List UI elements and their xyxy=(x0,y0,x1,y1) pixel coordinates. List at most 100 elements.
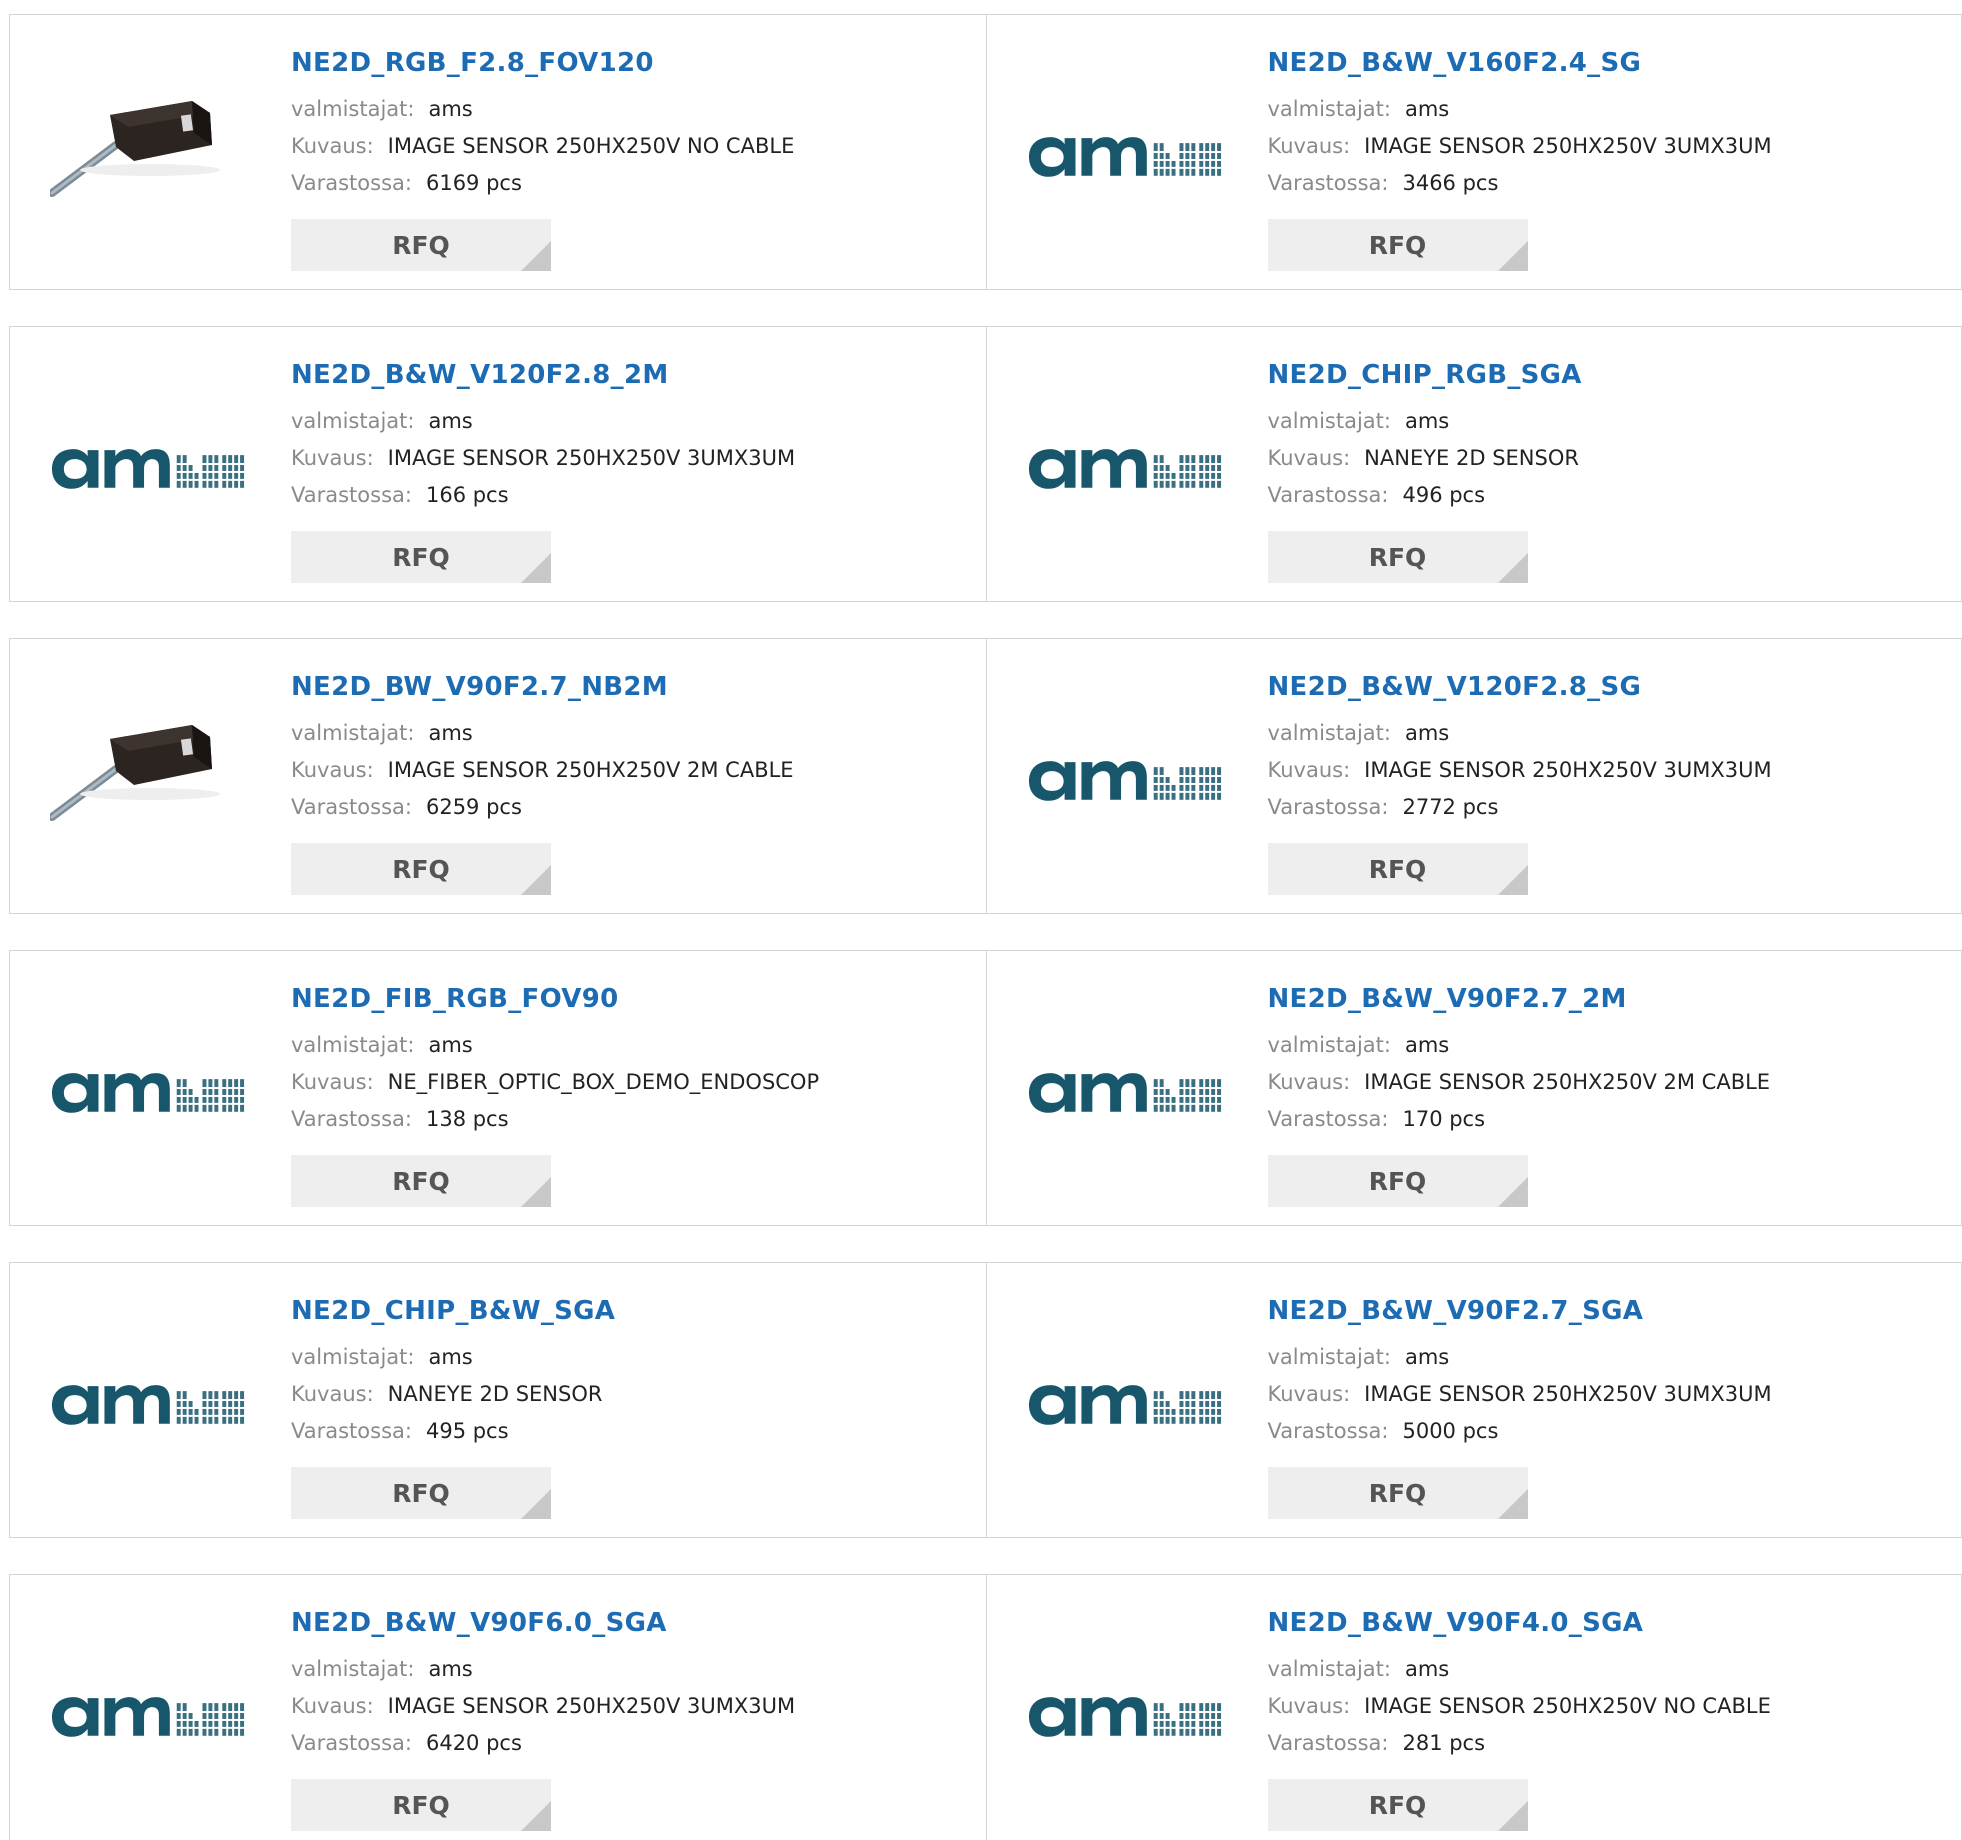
ams-logo-icon xyxy=(1028,449,1221,489)
rfq-button[interactable]: RFQ xyxy=(1267,1779,1528,1831)
rfq-button[interactable]: RFQ xyxy=(291,1779,551,1831)
stock-line-label: Varastossa: xyxy=(291,483,412,507)
manufacturer-logo[interactable] xyxy=(50,1615,250,1815)
product-info: NE2D_FIB_RGB_FOV90 valmistajat: ams Kuvaus:… xyxy=(291,981,819,1207)
part-number-link[interactable]: NE2D_B&W_V120F2.8_2M xyxy=(291,357,795,393)
part-number-link[interactable]: NE2D_B&W_V90F2.7_SGA xyxy=(1268,1293,1772,1329)
part-number-link[interactable]: NE2D_B&W_V120F2.8_SG xyxy=(1268,669,1772,705)
part-number-link[interactable]: NE2D_CHIP_RGB_SGA xyxy=(1268,357,1582,393)
part-number-link[interactable]: NE2D_BW_V90F2.7_NB2M xyxy=(291,669,794,705)
product-info: NE2D_B&W_V160F2.4_SG valmistajat: ams Kuvau… xyxy=(1267,45,1772,271)
rfq-button[interactable]: RFQ xyxy=(1267,219,1528,271)
rfq-button[interactable]: RFQ xyxy=(1267,1155,1528,1207)
stock-line: Varastossa: 281 pcs xyxy=(1268,1725,1771,1762)
stock-line: Varastossa: 6420 pcs xyxy=(291,1725,795,1762)
part-number-link[interactable]: NE2D_B&W_V90F2.7_2M xyxy=(1268,981,1771,1017)
manufacturer-logo[interactable] xyxy=(50,991,250,1191)
description-line-label: Kuvaus: xyxy=(1267,1070,1351,1094)
stock-line: Varastossa: 170 pcs xyxy=(1268,1101,1771,1138)
stock-line-value: 495 pcs xyxy=(425,1419,509,1443)
rfq-button-label: RFQ xyxy=(1368,542,1427,572)
stock-line-value: 6420 pcs xyxy=(425,1731,522,1755)
product-photo[interactable] xyxy=(50,55,250,255)
manufacturer-line-value: ams xyxy=(428,721,473,745)
rfq-button-label: RFQ xyxy=(392,1166,450,1196)
part-number-link[interactable]: NE2D_B&W_V160F2.4_SG xyxy=(1268,45,1772,81)
rfq-button[interactable]: RFQ xyxy=(291,843,551,895)
stock-line-label: Varastossa: xyxy=(291,1731,412,1755)
part-number-link[interactable]: NE2D_CHIP_B&W_SGA xyxy=(291,1293,615,1329)
ams-logo-icon xyxy=(1028,137,1221,177)
product-card: NE2D_B&W_V120F2.8_SG valmistajat: ams Kuvau… xyxy=(985,639,1962,913)
manufacturer-logo[interactable] xyxy=(50,367,250,567)
manufacturer-logo[interactable] xyxy=(1027,991,1227,1191)
description-line-label: Kuvaus: xyxy=(291,1694,374,1718)
rfq-button[interactable]: RFQ xyxy=(291,531,551,583)
part-number-link[interactable]: NE2D_FIB_RGB_FOV90 xyxy=(291,981,819,1017)
rfq-button[interactable]: RFQ xyxy=(291,219,551,271)
description-line-label: Kuvaus: xyxy=(291,446,374,470)
stock-line-label: Varastossa: xyxy=(1267,171,1389,195)
manufacturer-logo[interactable] xyxy=(1027,1303,1227,1503)
stock-line-value: 2772 pcs xyxy=(1402,795,1499,819)
product-row: NE2D_BW_V90F2.7_NB2M valmistajat: ams Kuvau… xyxy=(9,638,1962,914)
product-info: NE2D_B&W_V90F2.7_SGA valmistajat: ams Kuvau… xyxy=(1267,1293,1772,1519)
rfq-corner-decoration xyxy=(1497,1489,1528,1519)
manufacturer-logo[interactable] xyxy=(1027,1615,1227,1815)
manufacturer-line-value: ams xyxy=(1404,97,1450,121)
stock-line: Varastossa: 496 pcs xyxy=(1268,477,1582,514)
rfq-button[interactable]: RFQ xyxy=(291,1155,551,1207)
rfq-button[interactable]: RFQ xyxy=(1267,1467,1528,1519)
part-number-link[interactable]: NE2D_RGB_F2.8_FOV120 xyxy=(291,45,794,81)
rfq-button-label: RFQ xyxy=(392,1790,450,1820)
stock-line-label: Varastossa: xyxy=(291,1419,412,1443)
stock-line-value: 166 pcs xyxy=(425,483,509,507)
stock-line-value: 170 pcs xyxy=(1402,1107,1486,1131)
description-line-label: Kuvaus: xyxy=(1267,134,1351,158)
stock-line-value: 5000 pcs xyxy=(1402,1419,1499,1443)
rfq-corner-decoration xyxy=(521,1489,551,1519)
part-number-link[interactable]: NE2D_B&W_V90F6.0_SGA xyxy=(291,1605,795,1641)
manufacturer-line: valmistajat: ams xyxy=(291,1027,819,1064)
product-row: NE2D_B&W_V120F2.8_2M valmistajat: ams Kuvau… xyxy=(9,326,1962,602)
rfq-button-label: RFQ xyxy=(392,542,450,572)
manufacturer-line: valmistajat: ams xyxy=(1268,1339,1772,1376)
manufacturer-line-label: valmistajat: xyxy=(291,1033,415,1057)
manufacturer-line: valmistajat: ams xyxy=(291,715,794,752)
product-card: NE2D_B&W_V120F2.8_2M valmistajat: ams Kuvau… xyxy=(10,327,986,601)
stock-line: Varastossa: 495 pcs xyxy=(291,1413,615,1450)
product-card: NE2D_BW_V90F2.7_NB2M valmistajat: ams Kuvau… xyxy=(10,639,986,913)
part-number-link[interactable]: NE2D_B&W_V90F4.0_SGA xyxy=(1268,1605,1771,1641)
manufacturer-logo[interactable] xyxy=(1027,679,1227,879)
stock-line: Varastossa: 6259 pcs xyxy=(291,789,794,826)
rfq-button-label: RFQ xyxy=(1368,1790,1427,1820)
stock-line-label: Varastossa: xyxy=(1267,483,1389,507)
description-line-value: IMAGE SENSOR 250HX250V NO CABLE xyxy=(387,134,795,158)
manufacturer-line-label: valmistajat: xyxy=(291,1345,415,1369)
ams-logo-icon xyxy=(51,1385,245,1425)
rfq-corner-decoration xyxy=(521,1177,551,1207)
manufacturer-line: valmistajat: ams xyxy=(291,403,795,440)
rfq-button-label: RFQ xyxy=(1368,1166,1427,1196)
stock-line: Varastossa: 166 pcs xyxy=(291,477,795,514)
manufacturer-line-label: valmistajat: xyxy=(291,1657,415,1681)
product-info: NE2D_B&W_V90F2.7_2M valmistajat: ams Kuvaus… xyxy=(1267,981,1771,1207)
manufacturer-logo[interactable] xyxy=(1027,367,1227,567)
rfq-button[interactable]: RFQ xyxy=(1267,843,1528,895)
description-line-label: Kuvaus: xyxy=(1267,1694,1351,1718)
stock-line-label: Varastossa: xyxy=(1267,795,1389,819)
rfq-corner-decoration xyxy=(1497,241,1528,271)
product-row: NE2D_FIB_RGB_FOV90 valmistajat: ams Kuvaus:… xyxy=(9,950,1962,1226)
rfq-button[interactable]: RFQ xyxy=(291,1467,551,1519)
stock-line: Varastossa: 138 pcs xyxy=(291,1101,819,1138)
manufacturer-logo[interactable] xyxy=(1027,55,1227,255)
product-photo[interactable] xyxy=(50,679,250,879)
product-row: NE2D_CHIP_B&W_SGA valmistajat: ams Kuvaus: N… xyxy=(9,1262,1962,1538)
camera-sensor-photo-icon xyxy=(50,725,220,821)
manufacturer-logo[interactable] xyxy=(50,1303,250,1503)
rfq-corner-decoration xyxy=(521,553,551,583)
rfq-button[interactable]: RFQ xyxy=(1267,531,1528,583)
description-line-value: IMAGE SENSOR 250HX250V 2M CABLE xyxy=(387,758,794,782)
rfq-corner-decoration xyxy=(521,1801,551,1831)
product-card: NE2D_B&W_V90F2.7_SGA valmistajat: ams Kuvau… xyxy=(985,1263,1962,1537)
